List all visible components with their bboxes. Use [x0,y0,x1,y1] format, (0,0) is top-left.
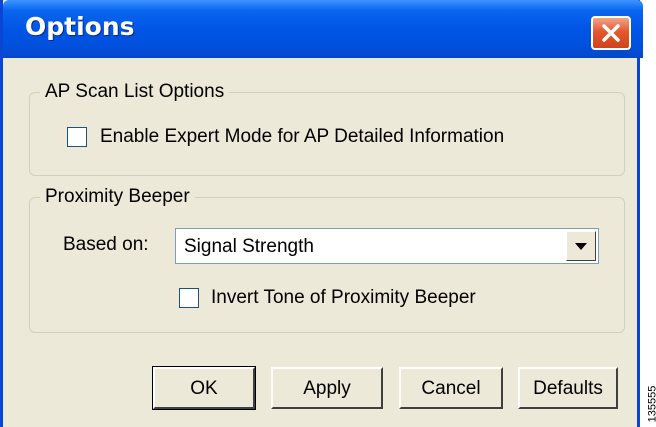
expert-mode-label: Enable Expert Mode for AP Detailed Infor… [100,126,505,147]
cancel-button[interactable]: Cancel [399,367,503,409]
invert-tone-label: Invert Tone of Proximity Beeper [211,287,476,308]
close-icon [602,24,620,42]
based-on-dropdown[interactable]: Signal Strength [175,228,599,264]
window-title: Options [25,12,135,41]
proximity-beeper-legend: Proximity Beeper [40,186,195,208]
apply-button[interactable]: Apply [271,367,383,409]
figure-id-watermark: 135555 [640,386,656,423]
based-on-value: Signal Strength [184,236,314,257]
close-button[interactable] [591,16,631,50]
invert-tone-checkbox[interactable] [179,288,199,308]
proximity-beeper-group: Proximity Beeper [29,186,625,333]
chevron-down-icon [575,243,587,250]
expert-mode-checkbox[interactable] [67,127,87,147]
title-bar[interactable]: Options [3,0,643,58]
based-on-label: Based on: [63,234,149,255]
figure-id-text: 135555 [646,385,656,423]
ok-button[interactable]: OK [152,366,256,410]
defaults-button[interactable]: Defaults [518,367,618,409]
ap-scan-options-legend: AP Scan List Options [40,81,230,103]
dropdown-arrow-button[interactable] [566,231,596,261]
options-dialog: Options AP Scan List Options Enable Expe… [0,0,643,427]
